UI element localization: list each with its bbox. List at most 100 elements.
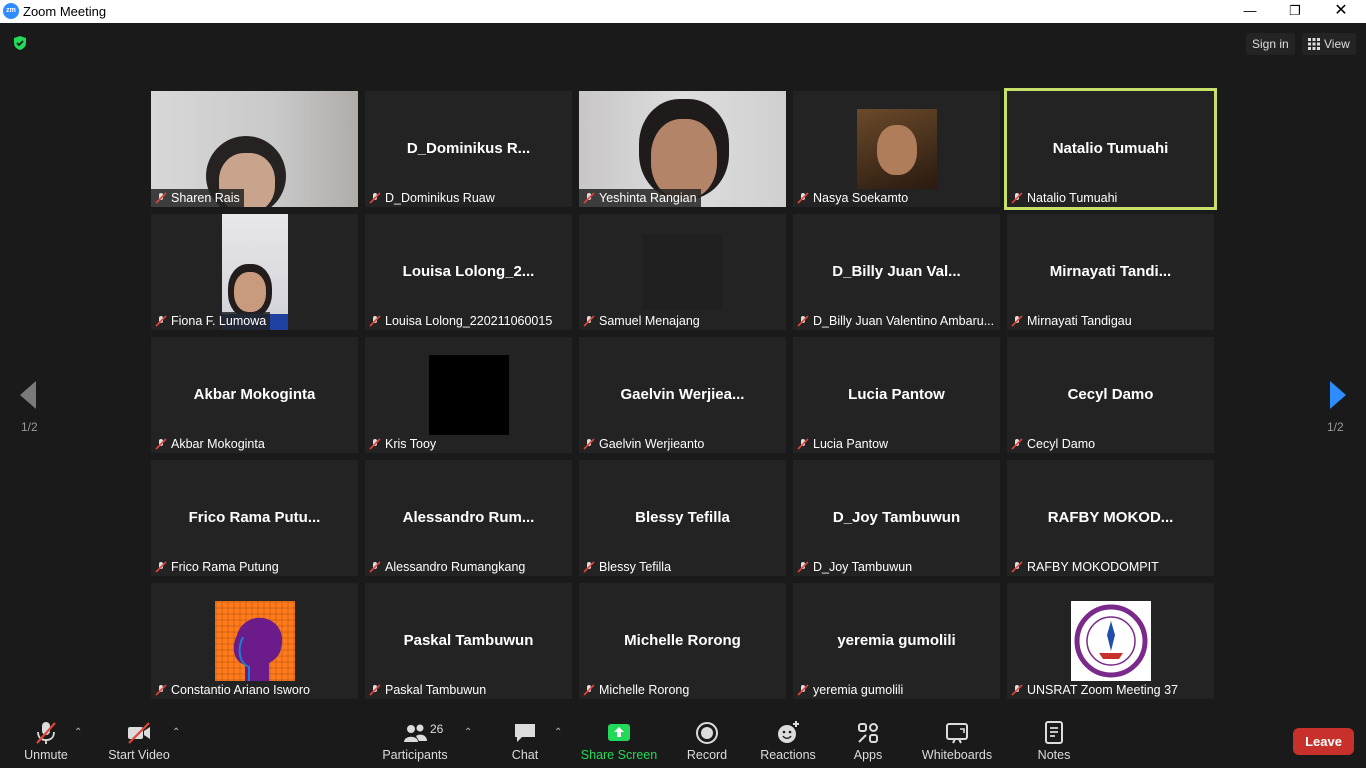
participant-tile[interactable]: Michelle Rorong Michelle Rorong — [579, 583, 786, 699]
leave-meeting-button[interactable]: Leave — [1293, 728, 1354, 755]
chat-button[interactable]: Chat — [505, 713, 545, 768]
next-page-arrow-icon[interactable] — [1322, 375, 1352, 415]
security-shield-icon[interactable] — [12, 35, 28, 51]
view-button[interactable]: View — [1302, 33, 1356, 55]
participant-name-tag: Cecyl Damo — [1007, 435, 1100, 453]
whiteboards-button[interactable]: Whiteboards — [920, 713, 994, 768]
participant-name-tag: Fiona F. Lumowa — [151, 312, 271, 330]
profile-picture — [429, 355, 509, 435]
muted-mic-icon — [155, 438, 167, 450]
participant-tile[interactable]: Sharen Rais — [151, 91, 358, 207]
muted-mic-icon — [1011, 438, 1023, 450]
participant-tile[interactable]: Louisa Lolong_2... Louisa Lolong_2202110… — [365, 214, 572, 330]
muted-mic-icon — [369, 438, 381, 450]
participant-tile[interactable]: Constantio Ariano Isworo — [151, 583, 358, 699]
participant-name-tag: Natalio Tumuahi — [1007, 189, 1122, 207]
muted-mic-icon — [1011, 561, 1023, 573]
smiley-plus-icon — [778, 721, 799, 743]
participant-tile[interactable]: Kris Tooy — [365, 337, 572, 453]
muted-mic-icon — [583, 315, 595, 327]
participant-tile[interactable]: D_Joy Tambuwun D_Joy Tambuwun — [793, 460, 1000, 576]
participant-tile[interactable]: Samuel Menajang — [579, 214, 786, 330]
title-bar: zm Zoom Meeting — ❐ ✕ — [0, 0, 1366, 23]
video-off-icon — [128, 722, 150, 744]
muted-mic-icon — [369, 315, 381, 327]
chat-options-caret[interactable]: ⌃ — [554, 727, 562, 738]
participant-tile[interactable]: Gaelvin Werjiea... Gaelvin Werjieanto — [579, 337, 786, 453]
close-button[interactable]: ✕ — [1318, 0, 1364, 23]
participant-tile[interactable]: Nasya Soekamto — [793, 91, 1000, 207]
participant-name-tag: Paskal Tambuwun — [365, 681, 491, 699]
muted-mic-icon — [155, 684, 167, 696]
meeting-toolbar: Unmute ⌃ Start Video ⌃ 26 Participants ⌃… — [0, 713, 1366, 768]
muted-mic-icon — [1011, 684, 1023, 696]
participant-display-name: Natalio Tumuahi — [1052, 140, 1169, 157]
participant-tile[interactable]: Akbar Mokoginta Akbar Mokoginta — [151, 337, 358, 453]
participant-tile[interactable]: Fiona F. Lumowa — [151, 214, 358, 330]
participant-tile[interactable]: Blessy Tefilla Blessy Tefilla — [579, 460, 786, 576]
participant-display-name: Lucia Pantow — [848, 386, 945, 403]
audio-options-caret[interactable]: ⌃ — [74, 727, 82, 738]
participant-name-tag: D_Joy Tambuwun — [793, 558, 917, 576]
participant-tile[interactable]: Yeshinta Rangian — [579, 91, 786, 207]
participant-display-name: Blessy Tefilla — [635, 509, 730, 526]
participant-name-tag: yeremia gumolili — [793, 681, 908, 699]
chat-label: Chat — [511, 748, 539, 762]
grid-icon — [1308, 38, 1320, 50]
participant-name-tag: Nasya Soekamto — [793, 189, 913, 207]
restore-button[interactable]: ❐ — [1272, 0, 1318, 23]
participant-tile[interactable]: yeremia gumolili yeremia gumolili — [793, 583, 1000, 699]
participant-display-name: Michelle Rorong — [624, 632, 741, 649]
participant-tile[interactable]: Cecyl Damo Cecyl Damo — [1007, 337, 1214, 453]
participants-options-caret[interactable]: ⌃ — [464, 727, 472, 738]
muted-mic-icon — [369, 192, 381, 204]
muted-mic-icon — [583, 438, 595, 450]
active-speaker-tile[interactable]: Natalio Tumuahi Natalio Tumuahi — [1004, 88, 1217, 210]
window-title: Zoom Meeting — [23, 4, 107, 19]
participants-button[interactable]: 26 Participants — [380, 713, 450, 768]
participant-tile[interactable]: Frico Rama Putu... Frico Rama Putung — [151, 460, 358, 576]
participant-tile[interactable]: Alessandro Rum... Alessandro Rumangkang — [365, 460, 572, 576]
profile-picture — [643, 234, 723, 310]
apps-icon — [858, 723, 878, 743]
previous-page-arrow-icon[interactable] — [14, 375, 44, 415]
participant-tile[interactable]: Mirnayati Tandi... Mirnayati Tandigau — [1007, 214, 1214, 330]
participant-name-tag: Blessy Tefilla — [579, 558, 676, 576]
participant-display-name: Alessandro Rum... — [402, 509, 535, 526]
start-video-button[interactable]: Start Video — [104, 713, 174, 768]
sign-in-button[interactable]: Sign in — [1246, 33, 1295, 55]
participant-display-name: Louisa Lolong_2... — [402, 263, 535, 280]
participant-name-tag: Samuel Menajang — [579, 312, 704, 330]
minimize-button[interactable]: — — [1227, 0, 1273, 23]
video-options-caret[interactable]: ⌃ — [172, 727, 180, 738]
share-screen-arrow-icon — [608, 724, 630, 741]
participant-tile[interactable]: UNSRAT Zoom Meeting 37 — [1007, 583, 1214, 699]
apps-button[interactable]: Apps — [846, 713, 890, 768]
participant-name-tag: D_Billy Juan Valentino Ambaru... — [793, 312, 999, 330]
muted-mic-icon — [797, 684, 809, 696]
muted-mic-icon — [155, 561, 167, 573]
profile-picture — [215, 601, 295, 681]
notes-button[interactable]: Notes — [1034, 713, 1074, 768]
share-screen-button[interactable]: Share Screen — [580, 713, 658, 768]
participant-display-name: Paskal Tambuwun — [403, 632, 534, 649]
participant-tile[interactable]: D_Billy Juan Val... D_Billy Juan Valenti… — [793, 214, 1000, 330]
participants-icon — [404, 724, 427, 742]
participant-tile[interactable]: D_Dominikus R... D_Dominikus Ruaw — [365, 91, 572, 207]
muted-mic-icon — [369, 684, 381, 696]
unmute-label: Unmute — [24, 748, 68, 762]
participant-display-name: D_Joy Tambuwun — [832, 509, 961, 526]
participant-display-name: RAFBY MOKOD... — [1047, 509, 1174, 526]
participants-label: Participants — [382, 748, 448, 762]
unmute-button[interactable]: Unmute — [16, 713, 76, 768]
muted-mic-icon — [797, 192, 809, 204]
participant-name-tag: Constantio Ariano Isworo — [151, 681, 314, 699]
participant-tile[interactable]: RAFBY MOKOD... RAFBY MOKODOMPIT — [1007, 460, 1214, 576]
muted-mic-icon — [155, 315, 167, 327]
participant-tile[interactable]: Lucia Pantow Lucia Pantow — [793, 337, 1000, 453]
participant-tile[interactable]: Paskal Tambuwun Paskal Tambuwun — [365, 583, 572, 699]
reactions-button[interactable]: Reactions — [758, 713, 818, 768]
page-indicator-left: 1/2 — [21, 420, 38, 434]
reactions-label: Reactions — [760, 748, 816, 762]
record-button[interactable]: Record — [684, 713, 730, 768]
